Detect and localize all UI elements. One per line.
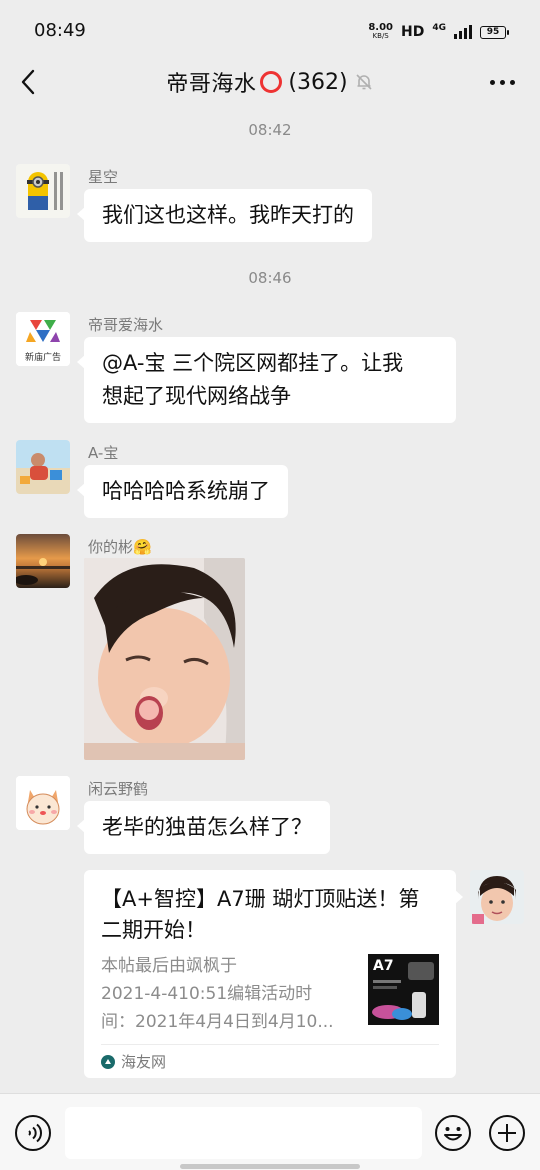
chat-input-bar — [0, 1093, 540, 1170]
shared-link-card[interactable]: 【A+智控】A7珊 瑚灯顶贴送！第 二期开始！ 本帖最后由飒枫于 2021-4-… — [84, 870, 463, 1078]
message-timestamp: 08:46 — [248, 269, 292, 287]
source-logo-icon — [101, 1054, 115, 1069]
more-button[interactable] — [486, 66, 518, 98]
emoji-icon — [435, 1115, 471, 1151]
card-description-line: 间：2021年4月4日到4月10... — [101, 1012, 334, 1032]
network-type: 4G — [432, 23, 446, 33]
avatar[interactable]: 新庙广告 — [16, 312, 70, 366]
card-description: 本帖最后由飒枫于 2021-4-410:51编辑活动时 间：2021年4月4日到… — [101, 952, 351, 1036]
chat-title: 帝哥海水 (362) — [0, 66, 540, 98]
group-name-emoji — [260, 71, 283, 93]
bell-off-icon — [354, 72, 374, 92]
message-text-line: @A-宝 三个院区网都挂了。让我 — [102, 351, 404, 375]
card-thumbnail: A7 — [368, 954, 439, 1025]
baby-photo — [84, 558, 245, 760]
voice-button[interactable] — [14, 1114, 52, 1152]
image-message[interactable] — [84, 558, 245, 760]
signal-icon — [454, 25, 472, 39]
status-time: 08:49 — [34, 20, 86, 41]
card-title-line: 二期开始！ — [101, 918, 206, 942]
card-title: 【A+智控】A7珊 瑚灯顶贴送！第 二期开始！ — [101, 884, 446, 946]
avatar[interactable] — [16, 534, 70, 588]
home-indicator — [180, 1164, 360, 1169]
avatar[interactable] — [16, 440, 70, 494]
battery-level: 95 — [486, 27, 500, 37]
status-indicators: 8.00 KB/S HD 4G 95 — [368, 21, 509, 43]
card-description-line: 本帖最后由飒枫于 — [101, 956, 237, 976]
message-timestamp: 08:42 — [248, 121, 292, 139]
card-description-line: 2021-4-410:51编辑活动时 — [101, 984, 313, 1004]
card-divider — [101, 1044, 439, 1045]
avatar[interactable] — [16, 776, 70, 830]
message-bubble[interactable]: 我们这也这样。我昨天打的 — [77, 189, 372, 242]
sender-name: 你的彬🤗 — [88, 536, 152, 557]
message-text-line: 想起了现代网络战争 — [102, 384, 291, 408]
sender-name: 帝哥爱海水 — [88, 316, 164, 334]
group-name: 帝哥海水 — [166, 72, 257, 97]
plus-icon — [489, 1115, 525, 1151]
message-bubble[interactable]: 哈哈哈哈系统崩了 — [77, 465, 288, 518]
chat-header: 帝哥海水 (362) — [0, 58, 540, 106]
sender-name-emoji: 🤗 — [133, 538, 152, 556]
sender-name: A-宝 — [88, 444, 119, 462]
card-title-line: 【A+智控】A7珊 瑚灯顶贴送！第 — [101, 887, 420, 911]
status-bar: 08:49 8.00 KB/S HD 4G 95 — [0, 0, 540, 58]
message-bubble[interactable]: @A-宝 三个院区网都挂了。让我 想起了现代网络战争 — [77, 337, 456, 423]
sender-name: 星空 — [88, 168, 119, 186]
battery-icon: 95 — [480, 25, 509, 39]
more-actions-button[interactable] — [488, 1114, 526, 1152]
my-avatar[interactable] — [470, 870, 524, 924]
sender-name-text: 你的彬 — [88, 538, 134, 556]
voice-icon — [15, 1115, 51, 1151]
sender-name: 闲云野鹤 — [88, 780, 149, 798]
emoji-button[interactable] — [434, 1114, 472, 1152]
network-speed-value: 8.00 — [368, 22, 393, 33]
network-speed-unit: KB/S — [372, 32, 389, 40]
network-speed: 8.00 KB/S — [368, 23, 393, 41]
message-input[interactable] — [65, 1107, 422, 1159]
member-count: (362) — [288, 69, 348, 95]
card-source-name: 海友网 — [121, 1053, 167, 1071]
avatar[interactable] — [16, 164, 70, 218]
avatar-caption: 新庙广告 — [24, 353, 61, 363]
message-bubble[interactable]: 老毕的独苗怎么样了？ — [77, 801, 330, 854]
card-source: 海友网 — [101, 1051, 166, 1072]
hd-indicator: HD — [401, 24, 425, 40]
